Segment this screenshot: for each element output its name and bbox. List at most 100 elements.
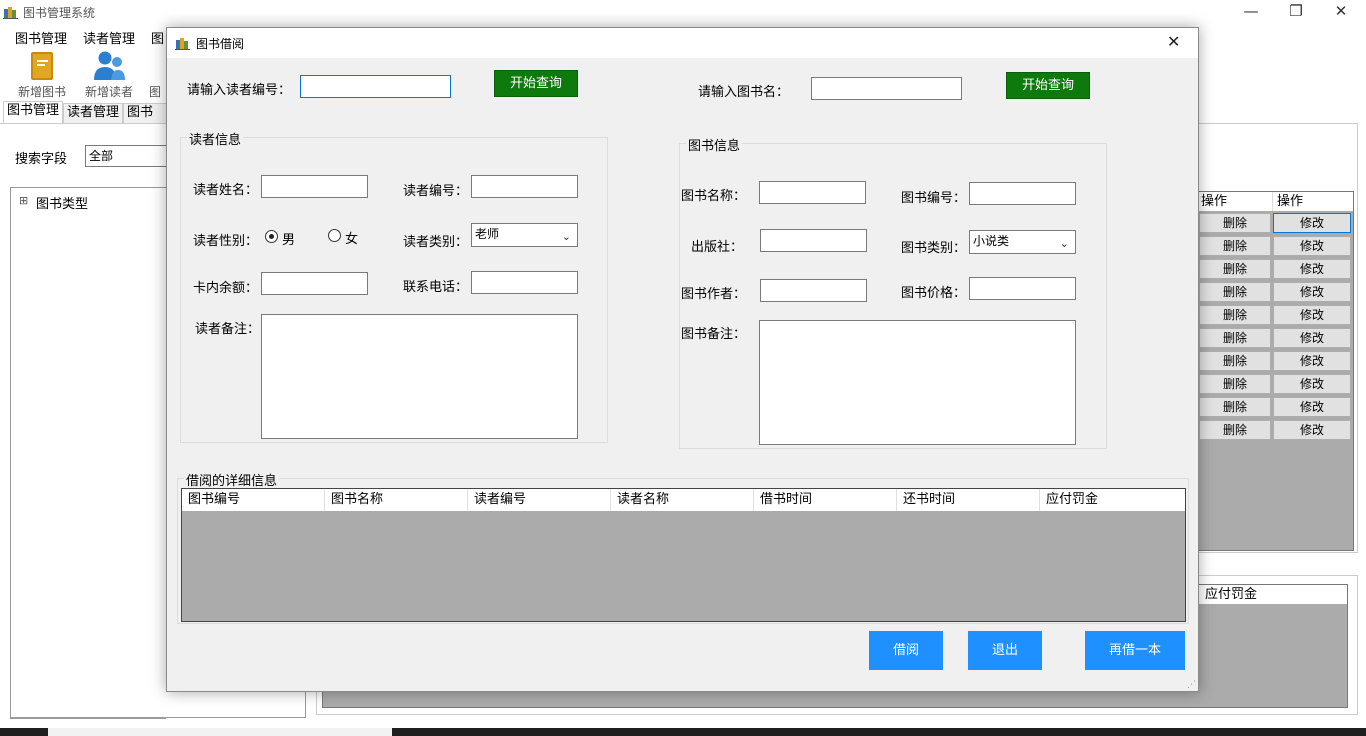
reader-id-input[interactable] bbox=[471, 175, 578, 198]
book-type-label: 图书类别： bbox=[901, 241, 967, 256]
tree-root-item[interactable]: 图书类型 bbox=[36, 193, 88, 212]
menu-book-management[interactable]: 图书管理 bbox=[15, 28, 67, 47]
bg-delete-button[interactable]: 删除 bbox=[1199, 374, 1271, 394]
reader-name-label: 读者姓名： bbox=[193, 183, 259, 198]
author-input[interactable] bbox=[760, 279, 867, 302]
book-id-input[interactable] bbox=[969, 182, 1076, 205]
left-panel: 搜索字段 全部 ⊞ 图书类型 bbox=[0, 123, 166, 723]
tab-book-management[interactable]: 图书管理 bbox=[3, 101, 64, 123]
bg-delete-button[interactable]: 删除 bbox=[1199, 351, 1271, 371]
bg-delete-button[interactable]: 删除 bbox=[1199, 397, 1271, 417]
reader-note-textarea[interactable] bbox=[261, 314, 578, 439]
close-button[interactable]: ✕ bbox=[1318, 0, 1364, 22]
bg-edit-button[interactable]: 修改 bbox=[1273, 213, 1351, 233]
exit-button[interactable]: 退出 bbox=[968, 631, 1042, 670]
toolbar-add-reader-label: 新增读者 bbox=[84, 85, 133, 99]
book-info-group: 图书信息 图书名称： 图书编号： 出版社： 图书类别： 小说类 ⌄ 图书作者： … bbox=[679, 135, 1107, 449]
dialog-icon bbox=[175, 35, 190, 50]
left-panel-bottom bbox=[10, 692, 306, 718]
gender-female-radio[interactable] bbox=[328, 229, 341, 242]
bg-edit-button[interactable]: 修改 bbox=[1273, 259, 1351, 279]
app-title: 图书管理系统 bbox=[23, 6, 96, 20]
publisher-input[interactable] bbox=[760, 229, 867, 252]
price-input[interactable] bbox=[969, 277, 1076, 300]
col-reader-id[interactable]: 读者编号 bbox=[468, 489, 611, 511]
bg-edit-button[interactable]: 修改 bbox=[1273, 374, 1351, 394]
bg-edit-button[interactable]: 修改 bbox=[1273, 282, 1351, 302]
reader-info-title: 读者信息 bbox=[187, 129, 244, 148]
phone-input[interactable] bbox=[471, 271, 578, 294]
bg-edit-button[interactable]: 修改 bbox=[1273, 236, 1351, 256]
reader-search-label: 请输入读者编号： bbox=[187, 83, 292, 98]
book-info-title: 图书信息 bbox=[686, 135, 743, 154]
reader-type-value: 老师 bbox=[475, 227, 500, 241]
reader-type-label: 读者类别： bbox=[403, 235, 469, 250]
menu-more[interactable]: 图 bbox=[151, 28, 164, 47]
toolbar-more[interactable]: 图 bbox=[140, 50, 166, 100]
reader-search-button[interactable]: 开始查询 bbox=[494, 70, 578, 97]
taskbar bbox=[0, 728, 1366, 736]
phone-label: 联系电话： bbox=[403, 280, 469, 295]
bg-edit-button[interactable]: 修改 bbox=[1273, 420, 1351, 440]
col-book-id[interactable]: 图书编号 bbox=[182, 489, 325, 511]
bg-edit-button[interactable]: 修改 bbox=[1273, 351, 1351, 371]
col-fine[interactable]: 应付罚金 bbox=[1040, 489, 1185, 511]
col-borrow-time[interactable]: 借书时间 bbox=[754, 489, 897, 511]
reader-type-combo[interactable]: 老师 ⌄ bbox=[471, 223, 578, 247]
dialog-close-button[interactable]: ✕ bbox=[1167, 32, 1180, 51]
bg-delete-button[interactable]: 删除 bbox=[1199, 282, 1271, 302]
author-label: 图书作者： bbox=[681, 287, 747, 302]
balance-input[interactable] bbox=[261, 272, 368, 295]
book-id-label: 图书编号： bbox=[901, 191, 967, 206]
bg-delete-button[interactable]: 删除 bbox=[1199, 236, 1271, 256]
bg-delete-button[interactable]: 删除 bbox=[1199, 305, 1271, 325]
borrow-button[interactable]: 借阅 bbox=[869, 631, 943, 670]
dialog-title: 图书借阅 bbox=[196, 37, 245, 51]
col-return-time[interactable]: 还书时间 bbox=[897, 489, 1040, 511]
book-type-combo[interactable]: 小说类 ⌄ bbox=[969, 230, 1076, 254]
toolbar-add-book[interactable]: 新增图书 bbox=[11, 50, 73, 100]
tab-reader-management[interactable]: 读者管理 bbox=[63, 103, 124, 123]
reader-name-input[interactable] bbox=[261, 175, 368, 198]
search-field-combo[interactable]: 全部 bbox=[85, 145, 166, 167]
borrow-dialog: 图书借阅 ✕ 请输入读者编号： 开始查询 请输入图书名： 开始查询 读者信息 读… bbox=[166, 27, 1199, 692]
borrow-again-button[interactable]: 再借一本 bbox=[1085, 631, 1185, 670]
book-search-label: 请输入图书名： bbox=[698, 85, 790, 100]
col-reader-name[interactable]: 读者名称 bbox=[611, 489, 754, 511]
bg-edit-button[interactable]: 修改 bbox=[1273, 328, 1351, 348]
bg-header-op1: 操作 bbox=[1197, 192, 1273, 211]
price-label: 图书价格： bbox=[901, 286, 967, 301]
gender-male-label[interactable]: 男 bbox=[282, 229, 295, 248]
toolbar-add-reader[interactable]: 新增读者 bbox=[78, 50, 140, 100]
gender-male-radio[interactable] bbox=[265, 230, 278, 243]
bg-edit-button[interactable]: 修改 bbox=[1273, 397, 1351, 417]
reader-note-label: 读者备注： bbox=[195, 322, 261, 337]
col-book-name[interactable]: 图书名称 bbox=[325, 489, 468, 511]
book-note-textarea[interactable] bbox=[759, 320, 1076, 445]
minimize-button[interactable]: — bbox=[1228, 0, 1274, 22]
chevron-down-icon: ⌄ bbox=[561, 230, 571, 243]
bg-delete-button[interactable]: 删除 bbox=[1199, 259, 1271, 279]
resize-grip-icon: ⋰ bbox=[1187, 680, 1196, 690]
borrow-details-grid: 图书编号 图书名称 读者编号 读者名称 借书时间 还书时间 应付罚金 bbox=[181, 488, 1186, 622]
gender-female-label[interactable]: 女 bbox=[345, 228, 358, 247]
book-search-input[interactable] bbox=[811, 77, 962, 100]
book-type-value: 小说类 bbox=[973, 234, 1010, 248]
tree-view: ⊞ 图书类型 bbox=[10, 187, 166, 719]
toolbar-add-book-label: 新增图书 bbox=[17, 85, 66, 99]
book-search-button[interactable]: 开始查询 bbox=[1006, 72, 1090, 99]
borrow-details-title: 借阅的详细信息 bbox=[184, 470, 280, 489]
bg-edit-button[interactable]: 修改 bbox=[1273, 305, 1351, 325]
bg-delete-button[interactable]: 删除 bbox=[1199, 328, 1271, 348]
tree-expand-icon[interactable]: ⊞ bbox=[19, 194, 28, 207]
menu-reader-management[interactable]: 读者管理 bbox=[83, 28, 135, 47]
app-icon bbox=[3, 4, 18, 19]
bg-delete-button[interactable]: 删除 bbox=[1199, 420, 1271, 440]
bg-lower-header-fine: 应付罚金 bbox=[1199, 585, 1347, 604]
book-name-input[interactable] bbox=[759, 181, 866, 204]
tab-borrow[interactable]: 图书借 bbox=[123, 103, 167, 123]
maximize-button[interactable]: ❐ bbox=[1273, 0, 1319, 22]
reader-search-input[interactable] bbox=[300, 75, 451, 98]
grid-header: 图书编号 图书名称 读者编号 读者名称 借书时间 还书时间 应付罚金 bbox=[182, 489, 1185, 511]
bg-delete-button[interactable]: 删除 bbox=[1199, 213, 1271, 233]
